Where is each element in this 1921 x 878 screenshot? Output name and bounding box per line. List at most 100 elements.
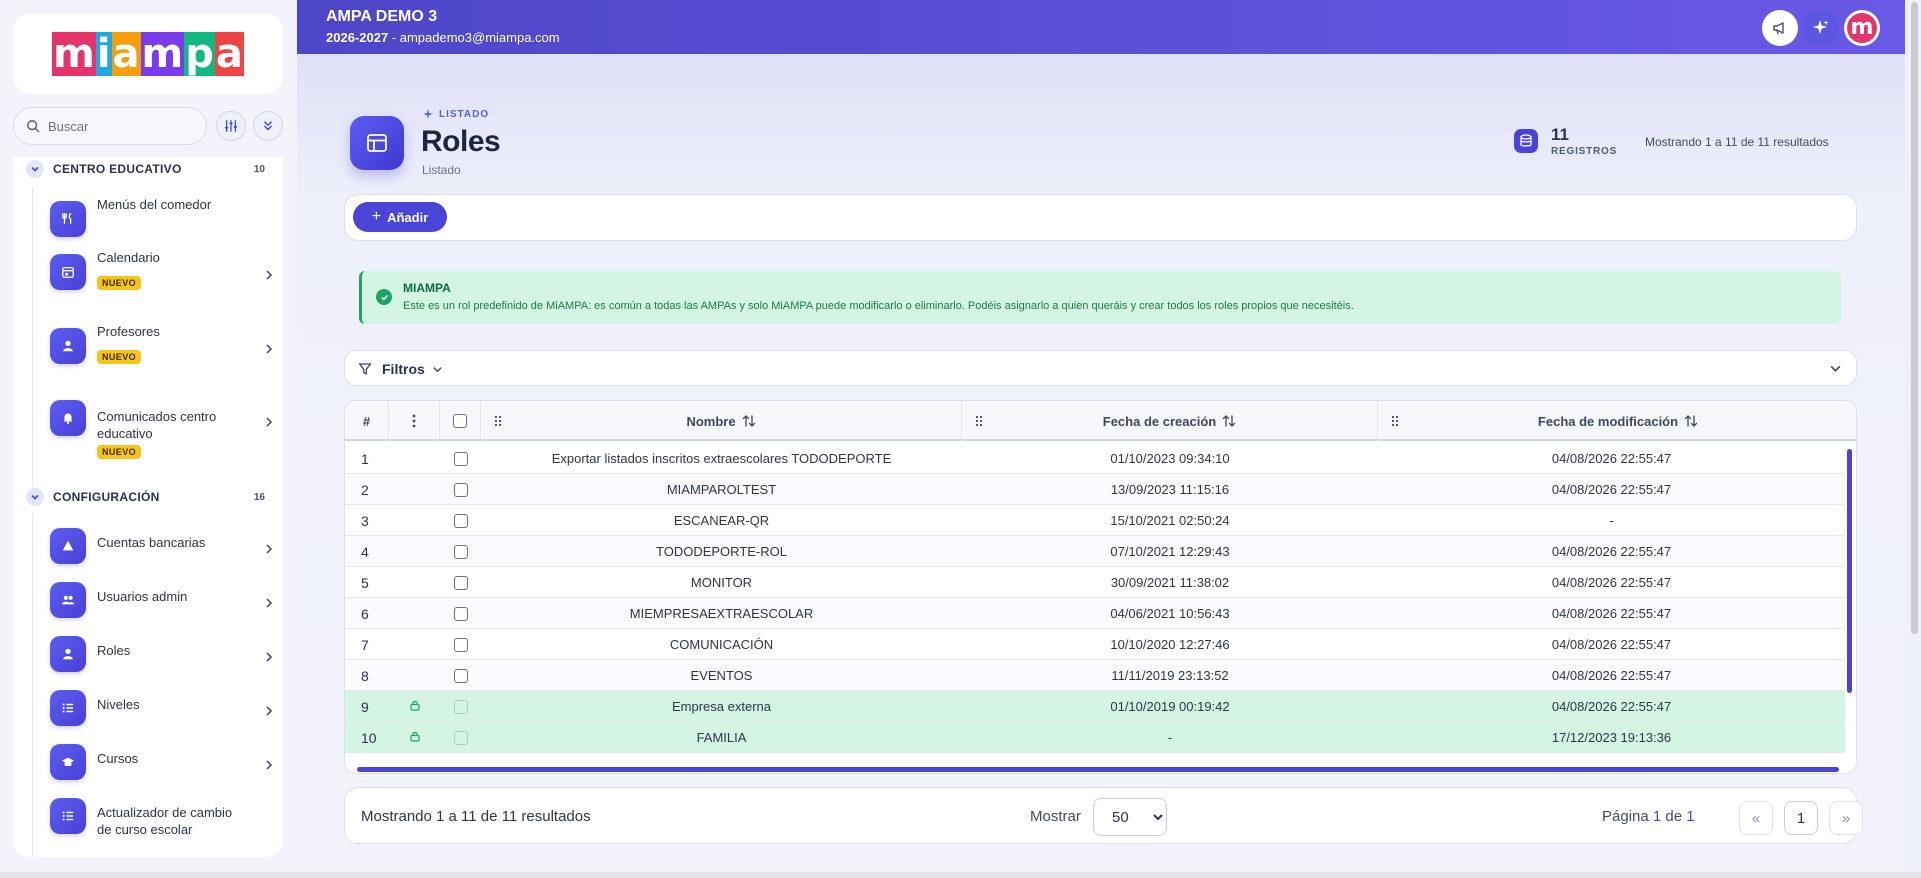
table-row[interactable]: 1 Exportar listados inscritos extraescola… xyxy=(345,443,1845,474)
row-checkbox[interactable] xyxy=(453,513,468,528)
sort-icon[interactable] xyxy=(1684,414,1698,428)
table-row[interactable]: 8 EVENTOS 11/11/2019 23:13:52 04/08/2026 22… xyxy=(345,660,1845,691)
collapse-all-button[interactable] xyxy=(253,111,283,141)
sidebar-item-label: Profesores xyxy=(97,324,160,339)
sidebar-item-actualizador-de-cambio-de-curso-escolar[interactable]: Actualizador de cambio de curso escolar xyxy=(50,798,276,838)
search-input[interactable] xyxy=(48,118,198,134)
table-horizontal-scrollbar[interactable] xyxy=(357,767,1839,772)
row-checkbox[interactable] xyxy=(453,637,468,652)
row-select-cell xyxy=(440,567,481,598)
sidebar-section-header[interactable]: CENTRO EDUCATIVO 10 xyxy=(13,157,283,184)
row-checkbox[interactable] xyxy=(453,575,468,590)
row-name: EVENTOS xyxy=(690,668,753,683)
search-icon xyxy=(27,120,40,133)
ai-assistant-button[interactable] xyxy=(1803,10,1839,46)
table-row[interactable]: 7 COMUNICACIÓN 10/10/2020 12:27:46 04/08/20… xyxy=(345,629,1845,660)
page-size-select[interactable]: 102550100 xyxy=(1093,798,1167,836)
sidebar-section-header[interactable]: CONFIGURACIÓN 16 xyxy=(13,482,283,512)
section-title: CONFIGURACIÓN xyxy=(53,490,160,504)
filters-panel[interactable]: Filtros xyxy=(344,350,1857,386)
row-checkbox[interactable] xyxy=(453,668,468,683)
row-lock-cell xyxy=(389,722,440,753)
plus-icon: + xyxy=(371,208,382,225)
sidebar-item-comunicados-centro-educativo[interactable]: Comunicados centro educativo NUEVO xyxy=(50,400,276,459)
add-button[interactable]: + Añadir xyxy=(353,202,447,232)
sort-icon[interactable] xyxy=(742,414,756,428)
prev-page-button[interactable]: « xyxy=(1739,801,1773,835)
user-avatar[interactable]: m xyxy=(1844,10,1880,46)
row-created: 01/10/2023 09:34:10 xyxy=(1110,451,1230,466)
sidebar-item-niveles[interactable]: Niveles xyxy=(50,690,276,730)
row-index: 4 xyxy=(361,543,369,560)
sidebar-item-cursos[interactable]: Cursos xyxy=(50,744,276,784)
header-created[interactable]: Fecha de creación xyxy=(962,401,1378,441)
alert-title: MIAMPA xyxy=(403,281,451,295)
row-checkbox[interactable] xyxy=(453,451,468,466)
page-scrollbar[interactable] xyxy=(1911,2,1918,634)
row-name: COMUNICACIÓN xyxy=(669,637,774,652)
sidebar-item-calendario[interactable]: Calendario NUEVO xyxy=(50,250,276,294)
header-actions-menu[interactable] xyxy=(389,401,440,441)
table-vertical-scrollbar[interactable] xyxy=(1847,449,1852,693)
records-icon xyxy=(1514,129,1538,153)
table-row[interactable]: 2 MIAMPAROLTEST 13/09/2023 11:15:16 04/08/2… xyxy=(345,474,1845,505)
row-select-cell xyxy=(440,505,481,536)
logo-card[interactable]: miampa xyxy=(13,14,283,94)
sidebar-item-men-s-del-comedor[interactable]: Menús del comedor xyxy=(50,197,276,241)
row-modified: 04/08/2026 22:55:47 xyxy=(1551,668,1672,683)
sidebar-item-cuentas-bancarias[interactable]: Cuentas bancarias xyxy=(50,528,276,568)
row-checkbox[interactable] xyxy=(453,482,468,497)
page-button-1[interactable]: 1 xyxy=(1784,801,1818,835)
table-row[interactable]: 6 MIEMPRESAEXTRAESCOLAR 04/06/2021 10:56:4… xyxy=(345,598,1845,629)
check-circle-icon xyxy=(376,289,392,305)
table-row[interactable]: 10 FAMILIA - 17/12/2023 19:13:36 xyxy=(345,722,1845,753)
row-checkbox[interactable] xyxy=(453,544,468,559)
drag-handle-icon[interactable] xyxy=(493,415,503,427)
header-name[interactable]: Nombre xyxy=(481,401,962,441)
page-indicator: Página 1 de 1 xyxy=(1602,808,1695,825)
header-select-all[interactable] xyxy=(440,401,481,441)
table-row[interactable]: 9 Empresa externa 01/10/2019 00:19:42 04/08… xyxy=(345,691,1845,722)
header-modified[interactable]: Fecha de modificación xyxy=(1378,401,1856,441)
table-row[interactable]: 5 MONITOR 30/09/2021 11:38:02 04/08/2026 22… xyxy=(345,567,1845,598)
row-lock-cell xyxy=(389,660,440,691)
page-size-label: Mostrar xyxy=(1030,808,1081,825)
logo-letter: a xyxy=(214,31,244,77)
sidebar-item-label: Usuarios admin xyxy=(97,589,188,604)
sidebar-item-roles[interactable]: Roles xyxy=(50,636,276,676)
row-index: 9 xyxy=(361,698,369,715)
announcements-button[interactable] xyxy=(1762,10,1798,46)
chevron-right-icon xyxy=(266,598,273,608)
row-select-cell xyxy=(440,598,481,629)
filter-settings-button[interactable] xyxy=(216,111,246,141)
row-lock-cell xyxy=(389,505,440,536)
sidebar-item-usuarios-admin[interactable]: Usuarios admin xyxy=(50,582,276,622)
page-total: 1 xyxy=(1686,808,1695,825)
sidebar-item-profesores[interactable]: Profesores NUEVO xyxy=(50,324,276,368)
row-name: Empresa externa xyxy=(672,699,771,714)
row-index: 5 xyxy=(361,574,369,591)
sort-icon[interactable] xyxy=(1222,414,1236,428)
section-tree-line xyxy=(32,513,33,857)
section-title: CENTRO EDUCATIVO xyxy=(53,162,182,176)
select-all-checkbox[interactable] xyxy=(453,414,467,428)
row-modified: - xyxy=(1609,513,1614,528)
funnel-icon xyxy=(358,363,372,375)
header-subtitle: 2026-2027 - ampademo3@miampa.com xyxy=(326,30,560,45)
bank-icon xyxy=(50,528,86,564)
next-page-button[interactable]: » xyxy=(1829,801,1863,835)
expand-chevron-icon[interactable] xyxy=(1829,362,1842,375)
header-index-label: # xyxy=(362,413,371,429)
drag-handle-icon[interactable] xyxy=(1390,415,1400,427)
table-row[interactable]: 3 ESCANEAR-QR 15/10/2021 02:50:24 - xyxy=(345,505,1845,536)
header-email: ampademo3@miampa.com xyxy=(399,30,560,45)
drag-handle-icon[interactable] xyxy=(974,415,984,427)
row-created: - xyxy=(1167,730,1173,745)
row-checkbox[interactable] xyxy=(453,606,468,621)
sliders-icon xyxy=(224,120,238,132)
row-lock-cell xyxy=(389,567,440,598)
footer-showing: Mostrando 1 a 11 de 11 resultados xyxy=(361,808,591,825)
table-row[interactable]: 4 TODODEPORTE-ROL 07/10/2021 12:29:43 04/08… xyxy=(345,536,1845,567)
row-select-cell xyxy=(440,629,481,660)
row-index: 2 xyxy=(361,481,369,498)
